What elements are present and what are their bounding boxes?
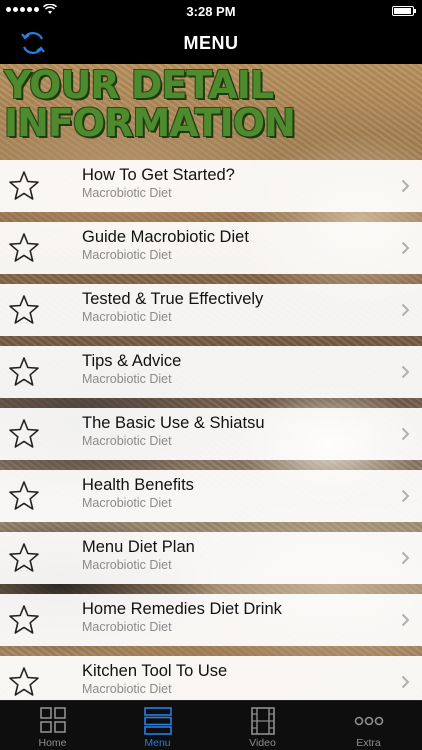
tab-menu[interactable]: Menu (105, 701, 210, 750)
star-icon[interactable] (8, 666, 40, 698)
item-subtitle: Macrobiotic Diet (82, 620, 172, 634)
list-item[interactable]: Guide Macrobiotic Diet Macrobiotic Diet (0, 222, 422, 274)
item-subtitle: Macrobiotic Diet (82, 682, 172, 696)
item-title: The Basic Use & Shiatsu (82, 414, 265, 432)
item-subtitle: Macrobiotic Diet (82, 310, 172, 324)
item-title: Home Remedies Diet Drink (82, 600, 282, 618)
item-title: Tested & True Effectively (82, 290, 264, 308)
film-icon (251, 707, 275, 735)
star-icon[interactable] (8, 542, 40, 574)
star-icon[interactable] (8, 418, 40, 450)
tab-label: Video (249, 737, 276, 749)
tab-home[interactable]: Home (0, 701, 105, 750)
item-subtitle: Macrobiotic Diet (82, 558, 172, 572)
item-subtitle: Macrobiotic Diet (82, 434, 172, 448)
star-icon[interactable] (8, 294, 40, 326)
header-line-2: INFORMATION (4, 101, 296, 145)
list-item[interactable]: Home Remedies Diet Drink Macrobiotic Die… (0, 594, 422, 646)
list-icon (144, 707, 172, 735)
item-subtitle: Macrobiotic Diet (82, 372, 172, 386)
battery-level (394, 8, 412, 14)
chevron-right-icon (401, 179, 410, 193)
battery-icon (392, 6, 416, 16)
chevron-right-icon (401, 551, 410, 565)
tab-video[interactable]: Video (210, 701, 315, 750)
tab-label: Extra (356, 737, 381, 749)
tab-extra[interactable]: Extra (316, 701, 421, 750)
star-icon[interactable] (8, 356, 40, 388)
list-item[interactable]: The Basic Use & Shiatsu Macrobiotic Diet (0, 408, 422, 460)
tab-bar: Home Menu Video Extra (0, 700, 422, 750)
item-title: Health Benefits (82, 476, 194, 494)
chevron-right-icon (401, 303, 410, 317)
item-subtitle: Macrobiotic Diet (82, 186, 172, 200)
page-title: MENU (183, 33, 239, 53)
chevron-right-icon (401, 427, 410, 441)
chevron-right-icon (401, 489, 410, 503)
tab-label: Menu (144, 737, 171, 749)
more-icon (354, 716, 384, 726)
grid-icon (40, 707, 66, 733)
star-icon[interactable] (8, 604, 40, 636)
header-banner: YOUR DETAIL INFORMATION (4, 66, 422, 142)
star-icon[interactable] (8, 170, 40, 202)
chevron-right-icon (401, 241, 410, 255)
chevron-right-icon (401, 675, 410, 689)
list-item[interactable]: Menu Diet Plan Macrobiotic Diet (0, 532, 422, 584)
star-icon[interactable] (8, 232, 40, 264)
chevron-right-icon (401, 613, 410, 627)
header-line-1: YOUR DETAIL (4, 63, 274, 107)
status-bar: 3:28 PM (0, 0, 422, 22)
list-item[interactable]: How To Get Started? Macrobiotic Diet (0, 160, 422, 212)
item-title: Tips & Advice (82, 352, 182, 370)
list-item[interactable]: Tips & Advice Macrobiotic Diet (0, 346, 422, 398)
item-subtitle: Macrobiotic Diet (82, 496, 172, 510)
item-title: How To Get Started? (82, 166, 235, 184)
star-icon[interactable] (8, 480, 40, 512)
status-time: 3:28 PM (186, 4, 236, 19)
tab-label: Home (38, 737, 67, 749)
item-title: Menu Diet Plan (82, 538, 195, 556)
list-item[interactable]: Tested & True Effectively Macrobiotic Di… (0, 284, 422, 336)
item-title: Guide Macrobiotic Diet (82, 228, 249, 246)
item-subtitle: Macrobiotic Diet (82, 248, 172, 262)
item-title: Kitchen Tool To Use (82, 662, 228, 680)
list-item[interactable]: Health Benefits Macrobiotic Diet (0, 470, 422, 522)
navigation-bar: MENU (0, 22, 422, 64)
chevron-right-icon (401, 365, 410, 379)
